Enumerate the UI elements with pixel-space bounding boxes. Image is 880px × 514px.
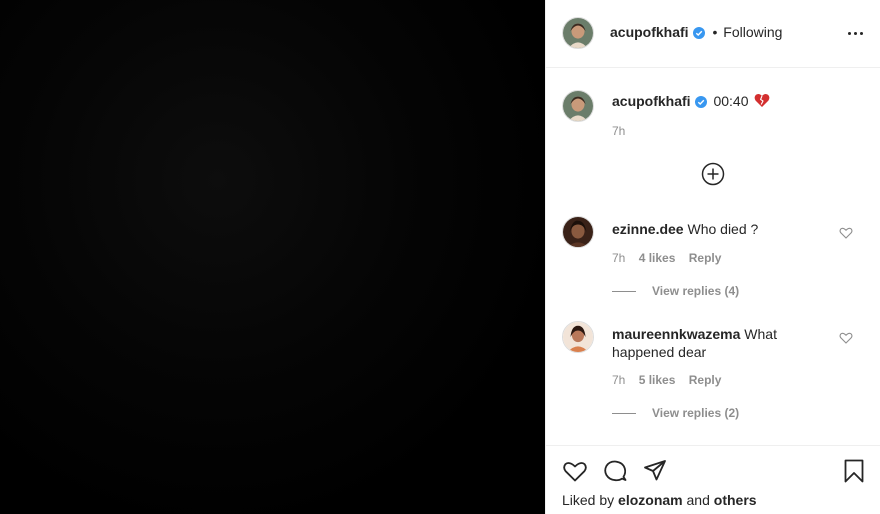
comment-body: Who died ? [687,221,759,237]
heart-icon[interactable] [562,458,588,484]
view-replies-button[interactable]: View replies (2) [612,406,739,420]
reply-button[interactable]: Reply [689,251,722,265]
send-icon[interactable] [642,458,668,484]
verified-badge-icon [694,96,707,108]
more-options-icon[interactable] [847,22,865,44]
bookmark-icon[interactable] [841,458,867,484]
plus-circle-icon[interactable] [701,162,725,186]
comment-meta: 7h 5 likes Reply [612,373,731,387]
post-media[interactable] [0,0,545,514]
author-username[interactable]: acupofkhafi [610,24,689,40]
view-replies-button[interactable]: View replies (4) [612,284,739,298]
post-side-panel: acupofkhafi • Following acupofkhafi 00:4… [545,0,880,514]
heart-icon[interactable] [839,226,853,240]
caption-avatar[interactable] [562,90,594,122]
comment-avatar[interactable] [562,321,594,353]
verified-badge-icon [692,27,705,39]
view-replies-label: View replies (2) [652,406,740,420]
liked-by-user[interactable]: elozonam [618,492,683,508]
comment-username[interactable]: maureennkwazema [612,326,740,342]
comment-username[interactable]: ezinne.dee [612,221,684,237]
reply-button[interactable]: Reply [689,373,722,387]
comment-text: maureennkwazema What happened dear [612,325,812,361]
caption-username[interactable]: acupofkhafi [612,93,691,109]
comment-icon[interactable] [602,458,628,484]
comment-time[interactable]: 7h [612,373,625,387]
comment-text: ezinne.dee Who died ? [612,220,812,238]
author-avatar[interactable] [562,17,594,49]
divider-line [612,291,636,293]
caption-text-line: acupofkhafi 00:40 [612,93,770,109]
comment-likes[interactable]: 4 likes [639,251,676,265]
divider-line [612,413,636,415]
following-button[interactable]: Following [723,24,782,40]
separator-dot: • [712,24,718,40]
broken-heart-icon [755,93,770,107]
header-user-line: acupofkhafi • Following [610,24,782,40]
post-actions-bar: Liked by elozonam and others [546,445,880,514]
caption-time[interactable]: 7h [612,124,625,138]
liked-by-line: Liked by elozonam and others [562,492,757,508]
liked-by-others[interactable]: others [714,492,757,508]
view-replies-label: View replies (4) [652,284,740,298]
caption-text: 00:40 [713,93,749,109]
comment-likes[interactable]: 5 likes [639,373,676,387]
liked-by-and: and [686,492,710,508]
comment-avatar[interactable] [562,216,594,248]
post-header: acupofkhafi • Following [546,0,880,68]
liked-by-prefix: Liked by [562,492,615,508]
heart-icon[interactable] [839,331,853,345]
comment-time[interactable]: 7h [612,251,625,265]
comment-meta: 7h 4 likes Reply [612,251,731,265]
